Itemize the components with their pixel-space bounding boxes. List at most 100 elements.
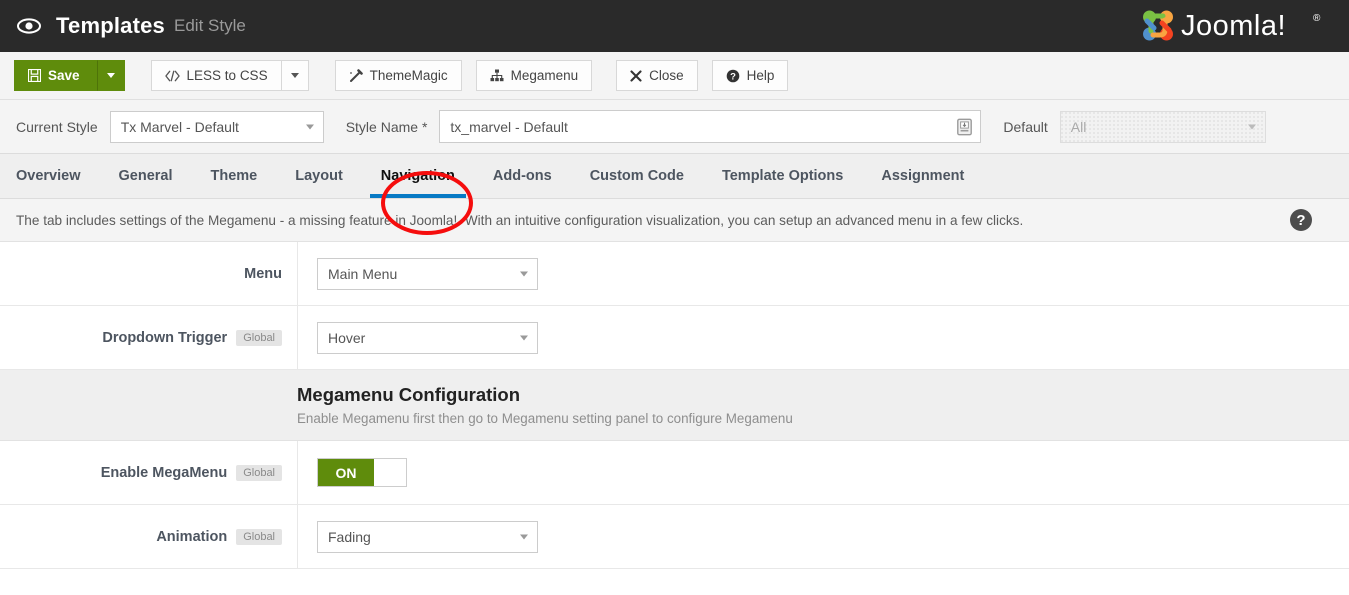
tab-label: Overview — [16, 168, 81, 184]
tab-overview[interactable]: Overview — [16, 154, 100, 198]
chevron-down-icon — [520, 534, 528, 539]
tab-general[interactable]: General — [100, 154, 192, 198]
tab-label: Layout — [295, 168, 343, 184]
sitemap-icon — [490, 69, 504, 82]
default-select-value: All — [1071, 119, 1087, 135]
chevron-down-icon — [520, 335, 528, 340]
tab-navigation[interactable]: Navigation — [362, 154, 474, 198]
toggle-knob — [374, 459, 406, 486]
less-to-css-button[interactable]: LESS to CSS — [151, 60, 282, 91]
default-select[interactable]: All — [1060, 111, 1266, 143]
section-title: Megamenu Configuration — [297, 384, 1349, 406]
style-name-label: Style Name * — [346, 119, 428, 135]
tab-bar: Overview General Theme Layout Navigation… — [0, 154, 1349, 199]
section-megamenu-configuration: Megamenu Configuration Enable Megamenu f… — [0, 370, 1349, 441]
tab-custom-code[interactable]: Custom Code — [571, 154, 703, 198]
form-row-animation-control: Fading — [298, 505, 1349, 568]
eye-icon — [16, 16, 42, 36]
settings-form: Menu Main Menu Dropdown Trigger Global H… — [0, 242, 1349, 569]
form-row-animation-label: Animation Global — [0, 505, 298, 568]
page-subtitle: Edit Style — [174, 16, 246, 36]
current-style-select[interactable]: Tx Marvel - Default — [110, 111, 324, 143]
chevron-down-icon — [306, 124, 314, 129]
chevron-down-icon — [520, 271, 528, 276]
form-row-menu-control: Main Menu — [298, 242, 1349, 305]
question-circle-icon: ? — [726, 69, 740, 83]
section-subtitle: Enable Megamenu first then go to Megamen… — [297, 411, 1349, 426]
tab-layout[interactable]: Layout — [276, 154, 362, 198]
style-bar: Current Style Tx Marvel - Default Style … — [0, 100, 1349, 154]
form-row-menu: Menu Main Menu — [0, 242, 1349, 306]
label-text: Animation — [156, 529, 227, 545]
dropdown-trigger-value: Hover — [328, 330, 365, 346]
style-name-field-wrap — [439, 110, 981, 143]
tab-assignment[interactable]: Assignment — [862, 154, 983, 198]
page-title: Templates — [56, 13, 165, 39]
close-button-label: Close — [649, 68, 684, 83]
tab-label: Add-ons — [493, 168, 552, 184]
save-button[interactable]: Save — [14, 60, 98, 91]
form-row-animation: Animation Global Fading — [0, 505, 1349, 569]
default-label: Default — [1003, 119, 1047, 135]
chevron-down-icon — [1248, 124, 1256, 129]
menu-select-value: Main Menu — [328, 266, 397, 282]
toggle-on-label: ON — [318, 459, 374, 486]
thememagic-label: ThemeMagic — [370, 68, 448, 83]
form-row-enable-megamenu-control: ON — [298, 441, 1349, 504]
tab-label: Template Options — [722, 168, 843, 184]
tab-label: Assignment — [881, 168, 964, 184]
tab-theme[interactable]: Theme — [192, 154, 277, 198]
svg-text:?: ? — [1296, 212, 1305, 229]
tab-description-bar: The tab includes settings of the Megamen… — [0, 199, 1349, 242]
thememagic-button[interactable]: ThemeMagic — [335, 60, 462, 91]
current-style-label: Current Style — [16, 119, 98, 135]
svg-text:Joomla!: Joomla! — [1181, 10, 1286, 42]
form-row-dropdown-trigger: Dropdown Trigger Global Hover — [0, 306, 1349, 370]
code-icon — [165, 70, 180, 82]
tab-label: Custom Code — [590, 168, 684, 184]
chevron-down-icon — [107, 73, 115, 78]
megamenu-label: Megamenu — [511, 68, 579, 83]
save-button-group: Save — [14, 60, 125, 91]
tag-icon[interactable] — [956, 117, 973, 136]
enable-megamenu-toggle[interactable]: ON — [317, 458, 407, 487]
help-button-label: Help — [747, 68, 775, 83]
dropdown-trigger-select[interactable]: Hover — [317, 322, 538, 354]
global-badge: Global — [236, 529, 282, 545]
global-badge: Global — [236, 330, 282, 346]
app-header: Templates Edit Style Joomla! ® — [0, 0, 1349, 52]
form-row-enable-megamenu-label: Enable MegaMenu Global — [0, 441, 298, 504]
less-to-css-label: LESS to CSS — [187, 68, 268, 83]
tab-label: Navigation — [381, 168, 455, 184]
close-button[interactable]: Close — [616, 60, 698, 91]
label-text: Enable MegaMenu — [101, 465, 228, 481]
label-text: Menu — [244, 266, 282, 282]
form-row-dropdown-trigger-label: Dropdown Trigger Global — [0, 306, 298, 369]
magic-wand-icon — [349, 69, 363, 83]
help-button[interactable]: ? Help — [712, 60, 789, 91]
question-mark-circle-icon[interactable]: ? — [1289, 208, 1313, 232]
x-icon — [630, 70, 642, 82]
form-row-enable-megamenu: Enable MegaMenu Global ON — [0, 441, 1349, 505]
tab-description-text: The tab includes settings of the Megamen… — [16, 213, 1023, 228]
save-button-label: Save — [48, 68, 80, 83]
svg-text:®: ® — [1313, 13, 1321, 24]
tab-add-ons[interactable]: Add-ons — [474, 154, 571, 198]
chevron-down-icon — [291, 73, 299, 78]
current-style-value: Tx Marvel - Default — [121, 119, 239, 135]
megamenu-button[interactable]: Megamenu — [476, 60, 593, 91]
save-dropdown-toggle[interactable] — [97, 60, 125, 91]
tab-label: General — [119, 168, 173, 184]
global-badge: Global — [236, 465, 282, 481]
menu-select[interactable]: Main Menu — [317, 258, 538, 290]
joomla-logo-icon: Joomla! ® — [1137, 5, 1337, 47]
style-name-input[interactable] — [439, 110, 981, 143]
less-to-css-dropdown-toggle[interactable] — [281, 60, 309, 91]
floppy-disk-icon — [28, 69, 41, 82]
svg-text:?: ? — [730, 71, 736, 82]
toolbar: Save LESS to CSS — [0, 52, 1349, 100]
animation-select[interactable]: Fading — [317, 521, 538, 553]
less-to-css-button-group: LESS to CSS — [151, 60, 309, 91]
tab-template-options[interactable]: Template Options — [703, 154, 862, 198]
tab-label: Theme — [211, 168, 258, 184]
